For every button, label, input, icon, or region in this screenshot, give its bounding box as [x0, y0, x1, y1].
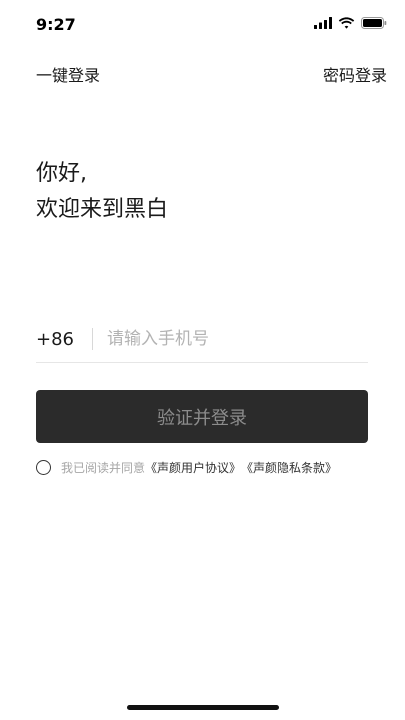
home-indicator [127, 705, 279, 710]
user-agreement-link[interactable]: 《声颜用户协议》 [145, 459, 241, 476]
agreement-prefix: 我已阅读并同意 [61, 460, 146, 475]
status-bar: 9:27 [0, 0, 405, 50]
one-click-login-link[interactable]: 一键登录 [36, 62, 100, 86]
privacy-terms-link[interactable]: 《声颜隐私条款》 [241, 459, 337, 476]
greeting: 你好, 欢迎来到黑白 [36, 156, 168, 228]
agreement-checkbox[interactable] [36, 459, 51, 475]
battery-icon [361, 14, 387, 33]
phone-field-row: +86 [36, 316, 368, 363]
top-nav: 一键登录 密码登录 [36, 62, 387, 86]
signal-icon [314, 14, 332, 33]
verify-login-button[interactable]: 验证并登录 [36, 390, 368, 443]
status-time: 9:27 [36, 15, 76, 34]
agreement-row: 我已阅读并同意 《声颜用户协议》 《声颜隐私条款》 [36, 457, 337, 477]
password-login-link[interactable]: 密码登录 [323, 62, 387, 86]
status-icons [314, 15, 387, 31]
country-code[interactable]: +86 [36, 329, 92, 350]
greeting-line-1: 你好, [36, 161, 87, 186]
phone-input[interactable] [107, 329, 368, 349]
wifi-icon [338, 14, 355, 33]
vertical-divider [92, 328, 93, 350]
greeting-line-2: 欢迎来到黑白 [36, 197, 169, 222]
